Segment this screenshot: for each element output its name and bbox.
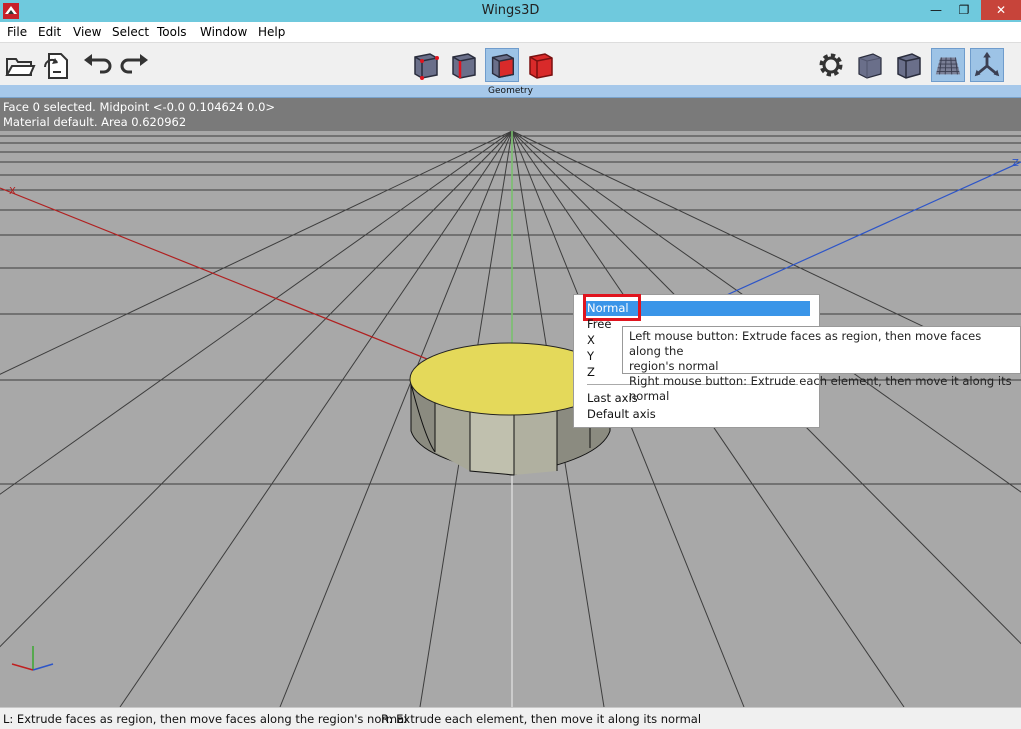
geometry-window-header: Geometry [0,85,1021,98]
tooltip-line-1: Left mouse button: Extrude faces as regi… [629,329,982,358]
menu-select[interactable]: Select [112,25,149,39]
minimize-button[interactable]: — [922,0,950,20]
menu-item-free[interactable]: Free [587,317,611,331]
material-info: Material default. Area 0.620962 [3,115,187,129]
ground-grid-icon[interactable] [931,48,965,82]
selection-info: Face 0 selected. Midpoint <-0.0 0.104624… [3,100,276,114]
x-axis-label: X [9,186,16,197]
menu-item-x[interactable]: X [587,333,595,347]
toolbar [0,42,1021,85]
menu-help[interactable]: Help [258,25,285,39]
menu-view[interactable]: View [73,25,101,39]
vertex-mode-icon[interactable] [408,48,442,82]
face-mode-icon[interactable] [485,48,519,82]
menu-window[interactable]: Window [200,25,247,39]
tooltip-line-2: region's normal [629,359,719,373]
body-mode-icon[interactable] [523,48,557,82]
menu-edit[interactable]: Edit [38,25,61,39]
menu-file[interactable]: File [7,25,27,39]
undo-icon[interactable] [80,48,114,82]
window-title: Wings3D [481,3,540,18]
axis-gizmo [11,646,54,671]
selection-info-bar: Face 0 selected. Midpoint <-0.0 0.104624… [0,98,1021,131]
extrude-tooltip: Left mouse button: Extrude faces as regi… [622,326,1021,403]
menu-item-z[interactable]: Z [587,365,595,379]
status-bar: L: Extrude faces as region, then move fa… [0,707,1021,729]
status-left-hint: L: Extrude faces as region, then move fa… [3,712,408,726]
maximize-button[interactable]: ❐ [950,0,978,20]
menu-item-default-axis[interactable]: Default axis [587,407,656,421]
tooltip-line-3: Right mouse button: Extrude each element… [629,374,1012,403]
wireframe-icon[interactable] [892,48,926,82]
title-bar: Wings3D — ❐ ✕ [0,0,1021,22]
edge-mode-icon[interactable] [446,48,480,82]
redo-icon[interactable] [118,48,152,82]
menu-item-y[interactable]: Y [587,349,594,363]
open-folder-icon[interactable] [3,48,37,82]
axes-icon[interactable] [970,48,1004,82]
menu-bar: File Edit View Select Tools Window Help [0,22,1021,42]
menu-tools[interactable]: Tools [157,25,187,39]
smooth-shaded-icon[interactable] [853,48,887,82]
close-button[interactable]: ✕ [981,0,1021,20]
z-axis-label: Z [1012,158,1019,169]
menu-item-normal[interactable]: Normal [587,301,629,315]
import-icon[interactable] [39,48,73,82]
z-axis-line [719,161,1021,299]
settings-gear-icon[interactable] [814,48,848,82]
status-right-hint: R: Extrude each element, then move it al… [381,712,702,726]
